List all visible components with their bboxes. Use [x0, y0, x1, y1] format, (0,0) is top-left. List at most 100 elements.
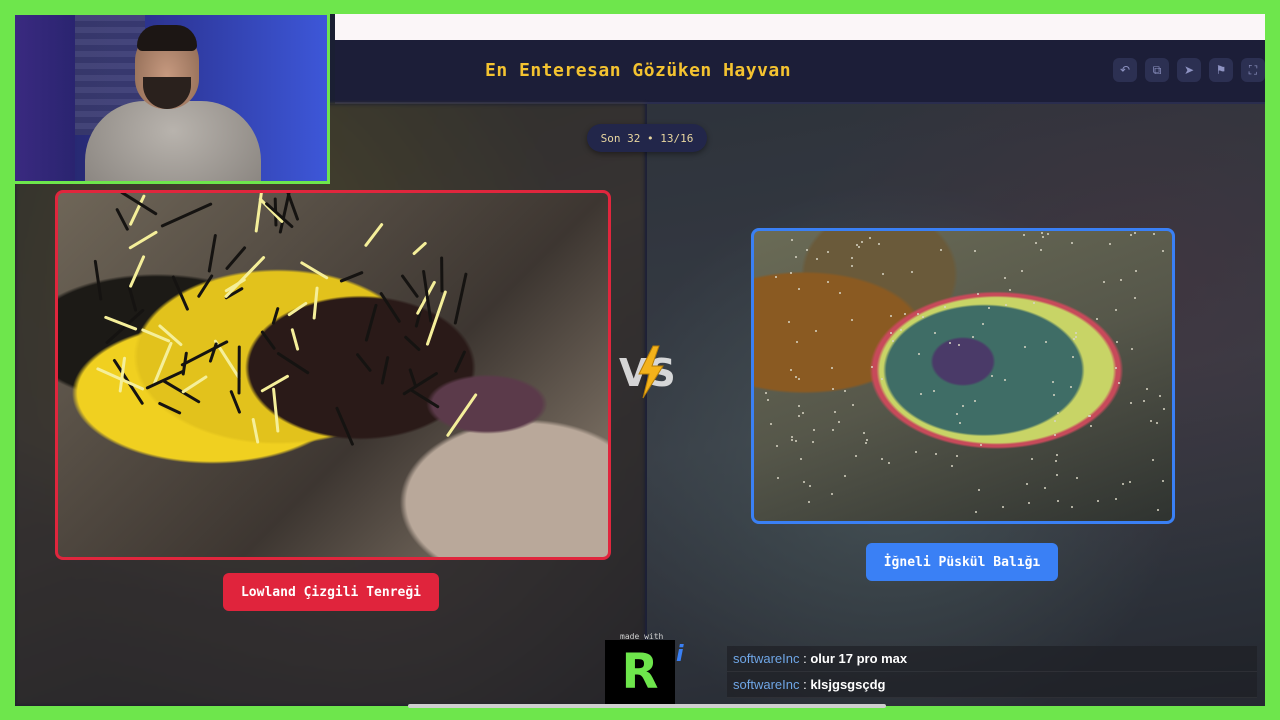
sand-speck — [813, 428, 816, 431]
sand-speck — [832, 429, 835, 432]
sand-speck — [1108, 243, 1111, 246]
sand-speck — [1128, 481, 1131, 484]
sand-speck — [949, 341, 952, 344]
sand-speck — [765, 392, 768, 395]
sand-speck — [1071, 242, 1074, 245]
sand-speck — [862, 432, 865, 435]
sand-speck — [1153, 233, 1156, 236]
sand-speck — [1142, 399, 1145, 402]
sand-speck — [854, 454, 857, 457]
chat-text: klsjgsgsçdg — [810, 677, 886, 692]
sand-speck — [1158, 394, 1161, 397]
sand-speck — [959, 422, 962, 425]
sand-speck — [791, 438, 794, 441]
sand-speck — [944, 305, 947, 308]
quill-stroke — [299, 260, 329, 281]
sand-speck — [1115, 340, 1118, 343]
horizontal-scrollbar[interactable] — [408, 704, 886, 708]
quill-stroke — [271, 306, 281, 325]
sand-speck — [870, 366, 873, 369]
left-choice-image[interactable] — [55, 190, 611, 560]
sand-speck — [900, 329, 903, 332]
quill-stroke — [400, 273, 419, 299]
quill-stroke — [445, 392, 478, 438]
quill-stroke — [171, 275, 190, 312]
quill-stroke — [276, 351, 310, 375]
sand-speck — [1162, 407, 1165, 410]
sand-speck — [974, 511, 977, 514]
sand-speck — [1095, 317, 1098, 320]
chat-message: softwareInc : klsjgsgsçdg — [727, 672, 1257, 698]
quill-stroke — [264, 201, 294, 229]
sand-speck — [910, 271, 913, 274]
chat-text: olur 17 pro max — [810, 651, 908, 666]
left-choice-label[interactable]: Lowland Çizgili Tenreği — [223, 573, 439, 611]
flag-icon[interactable]: ⚑ — [1209, 58, 1233, 82]
sand-speck — [1055, 473, 1058, 476]
sand-speck — [1096, 500, 1099, 503]
sand-speck — [877, 242, 880, 245]
sand-speck — [1023, 233, 1026, 236]
sand-speck — [856, 243, 859, 246]
sand-speck — [1034, 241, 1037, 244]
sand-speck — [1152, 459, 1155, 462]
quill-stroke — [421, 270, 433, 323]
sand-speck — [1046, 232, 1049, 235]
fullscreen-icon[interactable]: ⛶ — [1241, 58, 1265, 82]
logo-letter: R — [621, 644, 659, 700]
sand-speck — [1076, 477, 1079, 480]
sand-speck — [1118, 381, 1121, 384]
sand-speck — [1157, 508, 1160, 511]
sand-speck — [860, 240, 863, 243]
sand-speck — [972, 335, 975, 338]
quill-stroke — [114, 207, 130, 232]
sand-speck — [889, 314, 892, 317]
sand-speck — [987, 306, 990, 309]
quill-stroke — [237, 345, 241, 395]
sand-speck — [939, 248, 942, 251]
sand-speck — [811, 440, 814, 443]
sand-speck — [880, 457, 883, 460]
quill-stroke — [335, 405, 355, 446]
quill-stroke — [364, 302, 378, 342]
send-icon[interactable]: ➤ — [1177, 58, 1201, 82]
sand-speck — [977, 292, 980, 295]
sand-speck — [1114, 497, 1117, 500]
right-choice-label[interactable]: İğneli Püskül Balığı — [866, 543, 1058, 581]
sand-speck — [775, 276, 778, 279]
quill-stroke — [355, 351, 373, 373]
sand-speck — [1122, 483, 1125, 486]
sand-speck — [868, 236, 871, 239]
sand-speck — [826, 280, 829, 283]
quill-stroke — [402, 371, 439, 397]
quill-stroke — [120, 193, 159, 216]
quill-stroke — [251, 418, 260, 445]
sand-speck — [881, 377, 884, 380]
sand-speck — [990, 374, 993, 377]
sand-speck — [958, 344, 961, 347]
sand-speck — [1089, 424, 1092, 427]
sand-speck — [806, 249, 809, 252]
quill-stroke — [260, 329, 276, 350]
sand-speck — [1028, 501, 1031, 504]
copy-icon[interactable]: ⧉ — [1145, 58, 1169, 82]
sand-speck — [801, 411, 804, 414]
sand-speck — [864, 442, 867, 445]
sand-speck — [1057, 411, 1060, 414]
sand-speck — [1133, 231, 1136, 234]
undo-icon[interactable]: ↶ — [1113, 58, 1137, 82]
sand-speck — [1145, 388, 1148, 391]
sand-speck — [1161, 479, 1164, 482]
sand-speck — [1114, 366, 1117, 369]
quill-stroke — [379, 292, 402, 324]
sand-speck — [1053, 393, 1056, 396]
vs-lightning-icon: VS — [619, 345, 676, 399]
quill-stroke — [93, 259, 103, 302]
sand-speck — [1070, 506, 1073, 509]
sand-speck — [933, 390, 936, 393]
sand-speck — [1075, 336, 1078, 339]
browser-top-strip — [335, 14, 1265, 40]
sand-speck — [1043, 486, 1046, 489]
sand-speck — [833, 411, 836, 414]
right-choice-image[interactable] — [751, 228, 1175, 524]
